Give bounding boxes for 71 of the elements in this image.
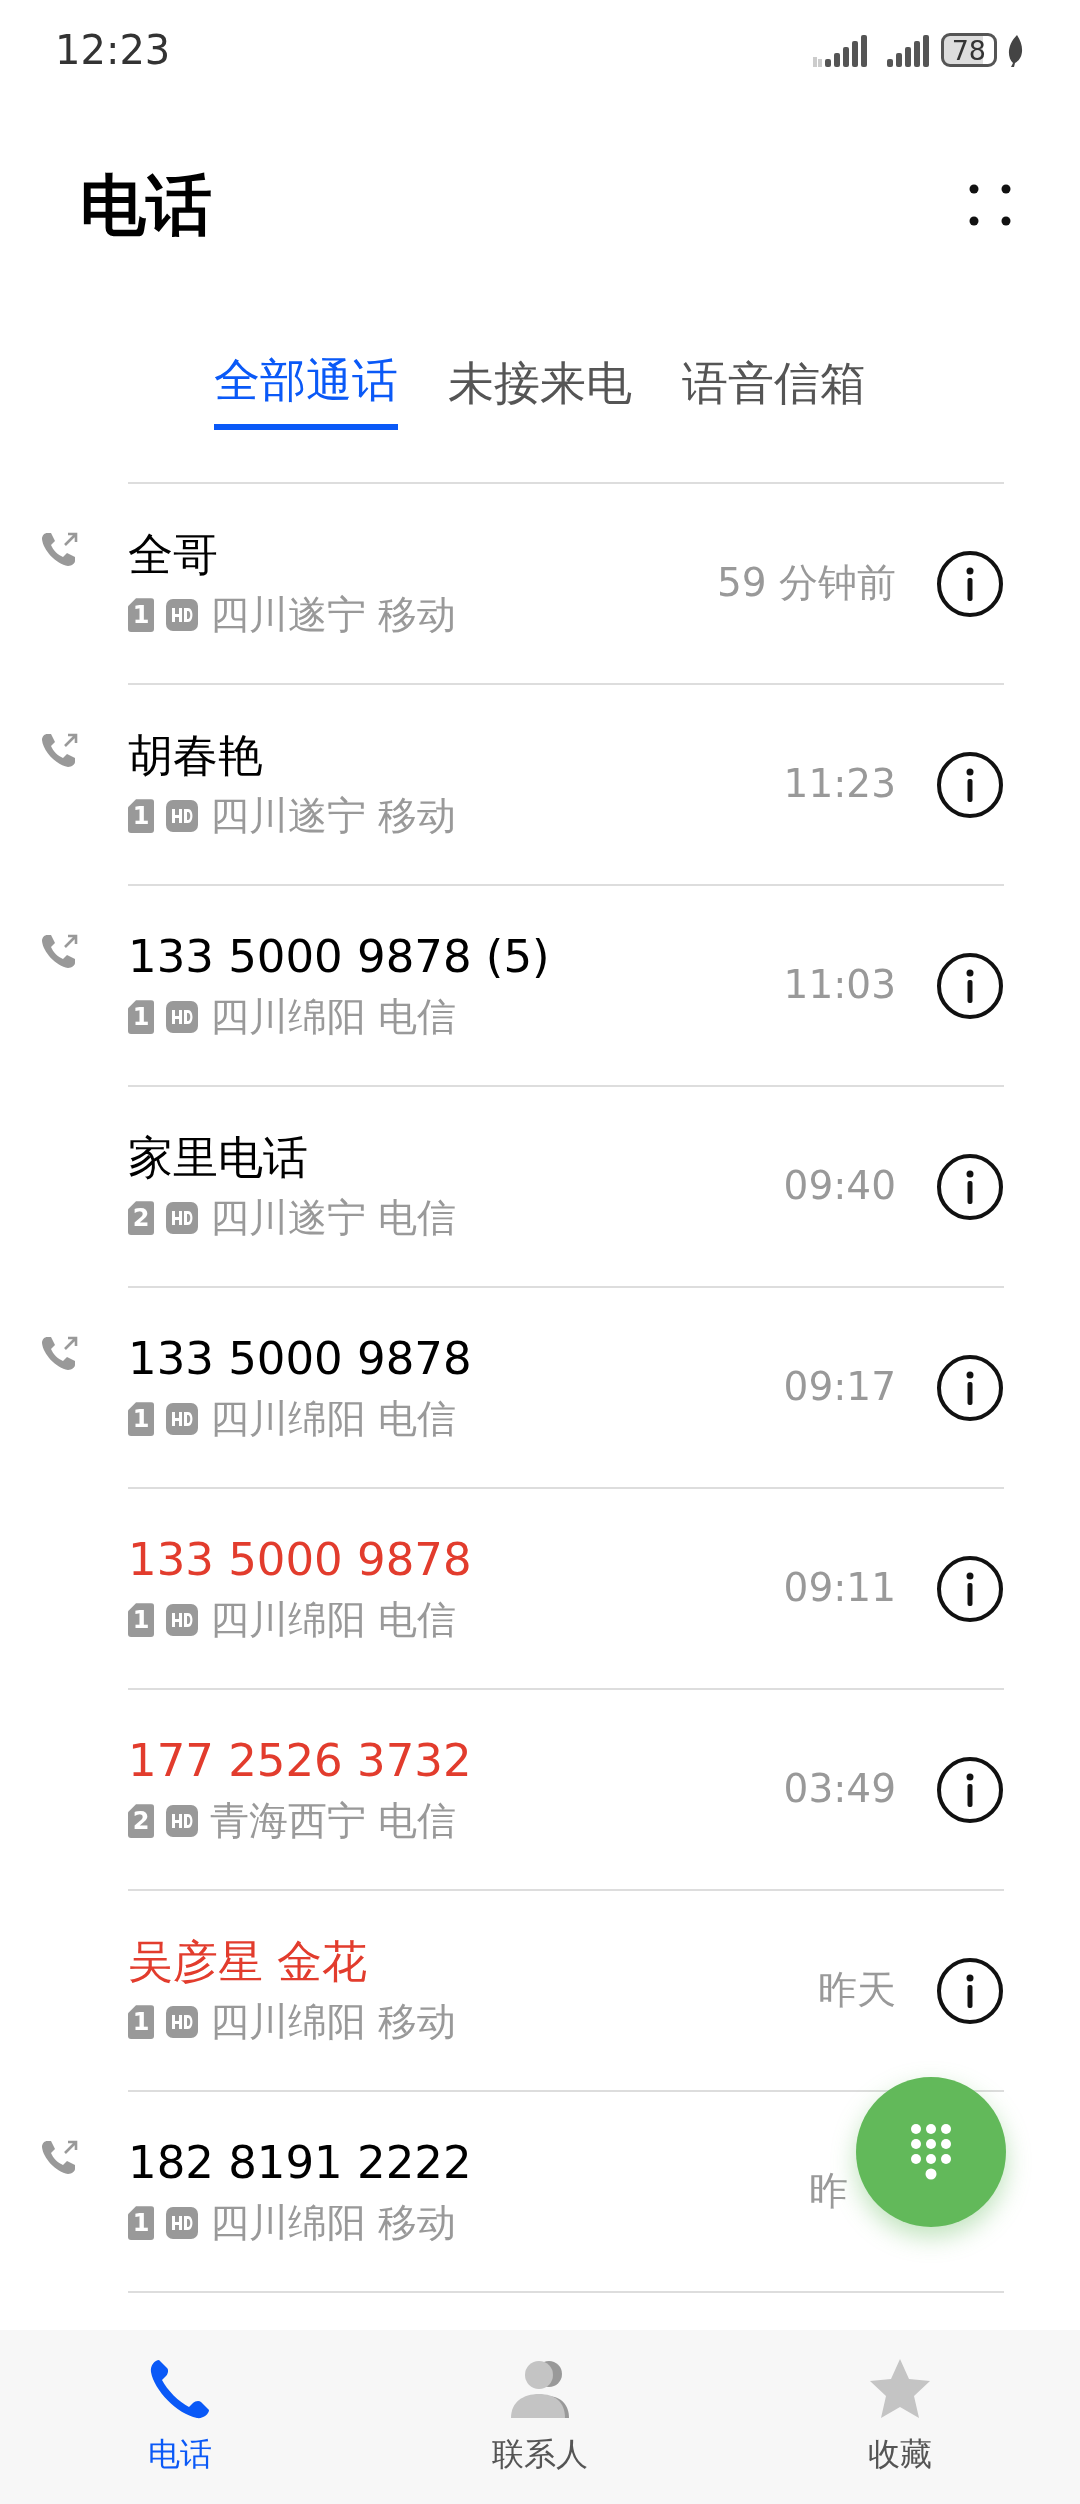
info-icon bbox=[936, 1152, 1004, 1221]
info-icon bbox=[936, 1353, 1004, 1422]
call-location: 四川绵阳 移动 bbox=[210, 2000, 457, 2044]
sim-card-badge: 1 bbox=[128, 799, 154, 834]
info-icon bbox=[936, 750, 1004, 819]
hd-voice-icon bbox=[166, 599, 198, 632]
status-time: 12:23 bbox=[55, 26, 171, 75]
info-icon bbox=[936, 549, 1004, 618]
call-time: 昨 bbox=[809, 2167, 848, 2216]
info-button[interactable] bbox=[936, 750, 1004, 819]
tab[interactable]: 语音信箱 bbox=[682, 350, 866, 430]
contact-name: 133 5000 9878 bbox=[128, 1334, 472, 1384]
info-button[interactable] bbox=[936, 1755, 1004, 1824]
call-time: 59 分钟前 bbox=[716, 559, 896, 608]
sim-card-badge: 2 bbox=[128, 1804, 154, 1839]
info-button[interactable] bbox=[936, 1353, 1004, 1422]
call-location: 四川绵阳 移动 bbox=[210, 2201, 457, 2245]
call-time: 09:17 bbox=[783, 1363, 896, 1412]
battery-level: 78 bbox=[940, 33, 997, 67]
sim-card-badge: 1 bbox=[128, 598, 154, 633]
info-icon bbox=[936, 951, 1004, 1020]
call-location: 四川遂宁 移动 bbox=[210, 593, 457, 637]
page-title: 电话 bbox=[80, 165, 212, 246]
info-icon bbox=[936, 1554, 1004, 1623]
call-time: 03:49 bbox=[783, 1765, 896, 1814]
call-location: 四川绵阳 电信 bbox=[210, 1397, 457, 1441]
call-time: 09:11 bbox=[783, 1564, 896, 1613]
sim-card-badge: 1 bbox=[128, 1402, 154, 1437]
contact-name: 全哥 bbox=[128, 530, 218, 580]
call-time: 11:03 bbox=[783, 961, 896, 1010]
contact-name: 133 5000 9878 (5) bbox=[128, 932, 550, 982]
tab[interactable]: 未接来电 bbox=[448, 350, 632, 430]
call-time: 昨天 bbox=[818, 1966, 896, 2015]
hd-voice-icon bbox=[166, 2207, 198, 2240]
call-location: 四川绵阳 电信 bbox=[210, 995, 457, 1039]
info-button[interactable] bbox=[936, 1956, 1004, 2025]
sim-card-badge: 1 bbox=[128, 1000, 154, 1035]
sim-card-badge: 1 bbox=[128, 1603, 154, 1638]
contact-name: 家里电话 bbox=[128, 1133, 308, 1183]
info-icon bbox=[936, 1956, 1004, 2025]
call-location: 青海西宁 电信 bbox=[210, 1799, 457, 1843]
nav-tab[interactable]: 收藏 bbox=[720, 2330, 1080, 2504]
info-button[interactable] bbox=[936, 549, 1004, 618]
contact-name: 177 2526 3732 bbox=[128, 1736, 472, 1786]
sim-card-badge: 2 bbox=[128, 1201, 154, 1236]
sim-card-badge: 1 bbox=[128, 2206, 154, 2241]
dialpad-icon bbox=[910, 2123, 952, 2181]
contact-name: 胡春艳 bbox=[128, 731, 263, 781]
sim-card-badge: 1 bbox=[128, 2005, 154, 2040]
info-button[interactable] bbox=[936, 1554, 1004, 1623]
contact-name: 吴彦星 金花 bbox=[128, 1937, 368, 1987]
call-location: 四川遂宁 电信 bbox=[210, 1196, 457, 1240]
info-button[interactable] bbox=[936, 1152, 1004, 1221]
call-time: 09:40 bbox=[783, 1162, 896, 1211]
hd-voice-icon bbox=[166, 1805, 198, 1838]
contact-name: 133 5000 9878 bbox=[128, 1535, 472, 1585]
nav-tab[interactable]: 电话 bbox=[0, 2330, 360, 2504]
hd-voice-icon bbox=[166, 2006, 198, 2039]
contact-name: 182 8191 2222 bbox=[128, 2138, 472, 2188]
hd-voice-icon bbox=[166, 1403, 198, 1436]
info-button[interactable] bbox=[936, 951, 1004, 1020]
hd-voice-icon bbox=[166, 800, 198, 833]
hd-voice-icon bbox=[166, 1604, 198, 1637]
hd-voice-icon bbox=[166, 1202, 198, 1235]
tab[interactable]: 全部通话 bbox=[214, 350, 398, 430]
info-icon bbox=[936, 1755, 1004, 1824]
hd-voice-icon bbox=[166, 1001, 198, 1034]
call-location: 四川绵阳 电信 bbox=[210, 1598, 457, 1642]
call-time: 11:23 bbox=[783, 760, 896, 809]
nav-tab[interactable]: 联系人 bbox=[360, 2330, 720, 2504]
call-location: 四川遂宁 移动 bbox=[210, 794, 457, 838]
